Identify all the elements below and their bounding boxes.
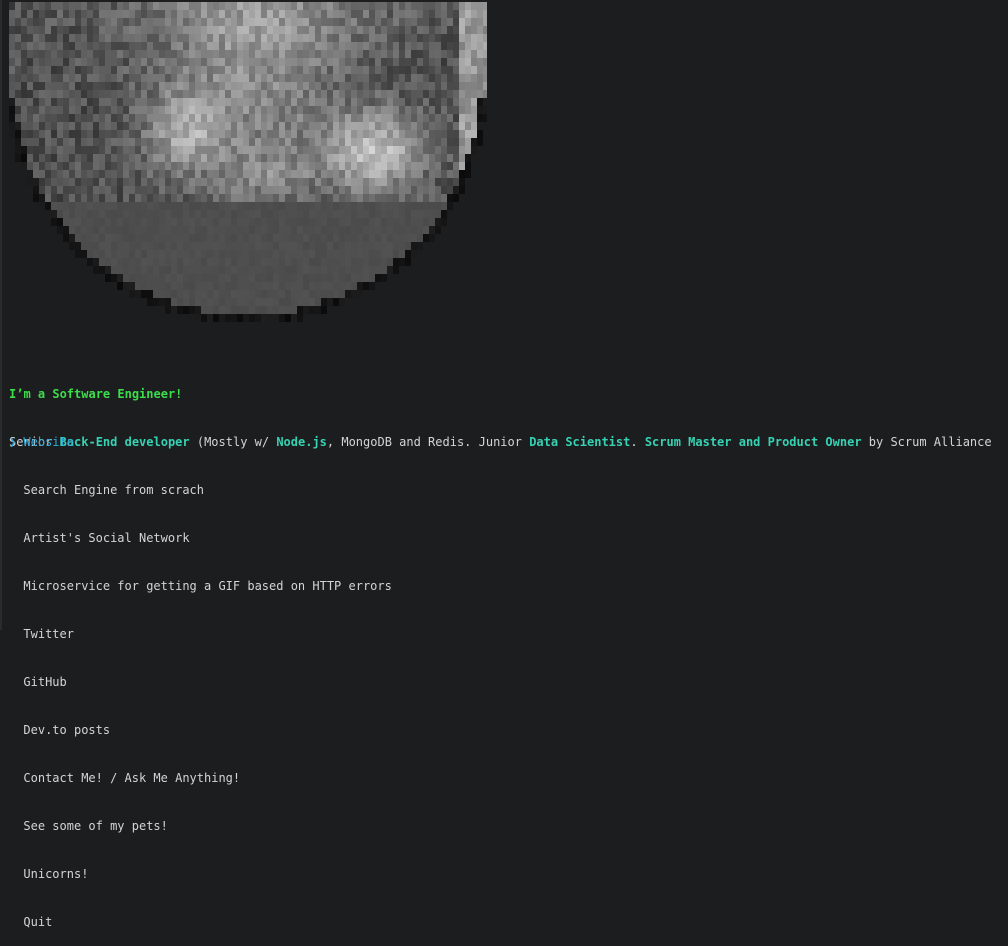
menu-item-label: Artist's Social Network bbox=[23, 531, 190, 545]
chevron-right-icon: ❯ bbox=[9, 435, 17, 449]
menu-item-label: Unicorns! bbox=[23, 867, 89, 881]
menu-item-label: See some of my pets! bbox=[23, 819, 168, 833]
menu-item-unicorns[interactable]: Unicorns! bbox=[9, 866, 392, 882]
description-highlight-data-scientist: Data Scientist bbox=[529, 435, 631, 449]
selection-menu: ❯ Website Search Engine from scrach Artis… bbox=[9, 402, 392, 946]
menu-item-label: Quit bbox=[23, 915, 53, 929]
menu-item-label: Contact Me! / Ask Me Anything! bbox=[23, 771, 241, 785]
profile-headline: I’m a Software Engineer! bbox=[9, 386, 1008, 402]
menu-item-label: Microservice for getting a GIF based on … bbox=[23, 579, 392, 593]
menu-item-contact[interactable]: Contact Me! / Ask Me Anything! bbox=[9, 770, 392, 786]
headline-text: I’m a Software Engineer! bbox=[9, 387, 183, 401]
menu-item-website[interactable]: ❯ Website bbox=[9, 434, 392, 450]
menu-item-label: Dev.to posts bbox=[23, 723, 111, 737]
menu-item-twitter[interactable]: Twitter bbox=[9, 626, 392, 642]
menu-item-quit[interactable]: Quit bbox=[9, 914, 392, 930]
menu-item-label: Website bbox=[23, 435, 74, 449]
menu-item-pets[interactable]: See some of my pets! bbox=[9, 818, 392, 834]
menu-item-gif-microservice[interactable]: Microservice for getting a GIF based on … bbox=[9, 578, 392, 594]
description-text-4: . bbox=[630, 435, 645, 449]
menu-item-devto-posts[interactable]: Dev.to posts bbox=[9, 722, 392, 738]
menu-item-label: Twitter bbox=[23, 627, 74, 641]
menu-item-label: Search Engine from scrach bbox=[23, 483, 205, 497]
description-text-5: by Scrum Alliance bbox=[861, 435, 992, 449]
menu-item-github[interactable]: GitHub bbox=[9, 674, 392, 690]
menu-item-artists-social-network[interactable]: Artist's Social Network bbox=[9, 530, 392, 546]
menu-item-search-engine[interactable]: Search Engine from scrach bbox=[9, 482, 392, 498]
description-highlight-scrum: Scrum Master and Product Owner bbox=[644, 435, 862, 449]
terminal-left-edge bbox=[0, 0, 2, 630]
menu-item-label: GitHub bbox=[23, 675, 67, 689]
ascii-portrait-image bbox=[9, 2, 487, 324]
pixelated-portrait-image bbox=[9, 2, 487, 322]
